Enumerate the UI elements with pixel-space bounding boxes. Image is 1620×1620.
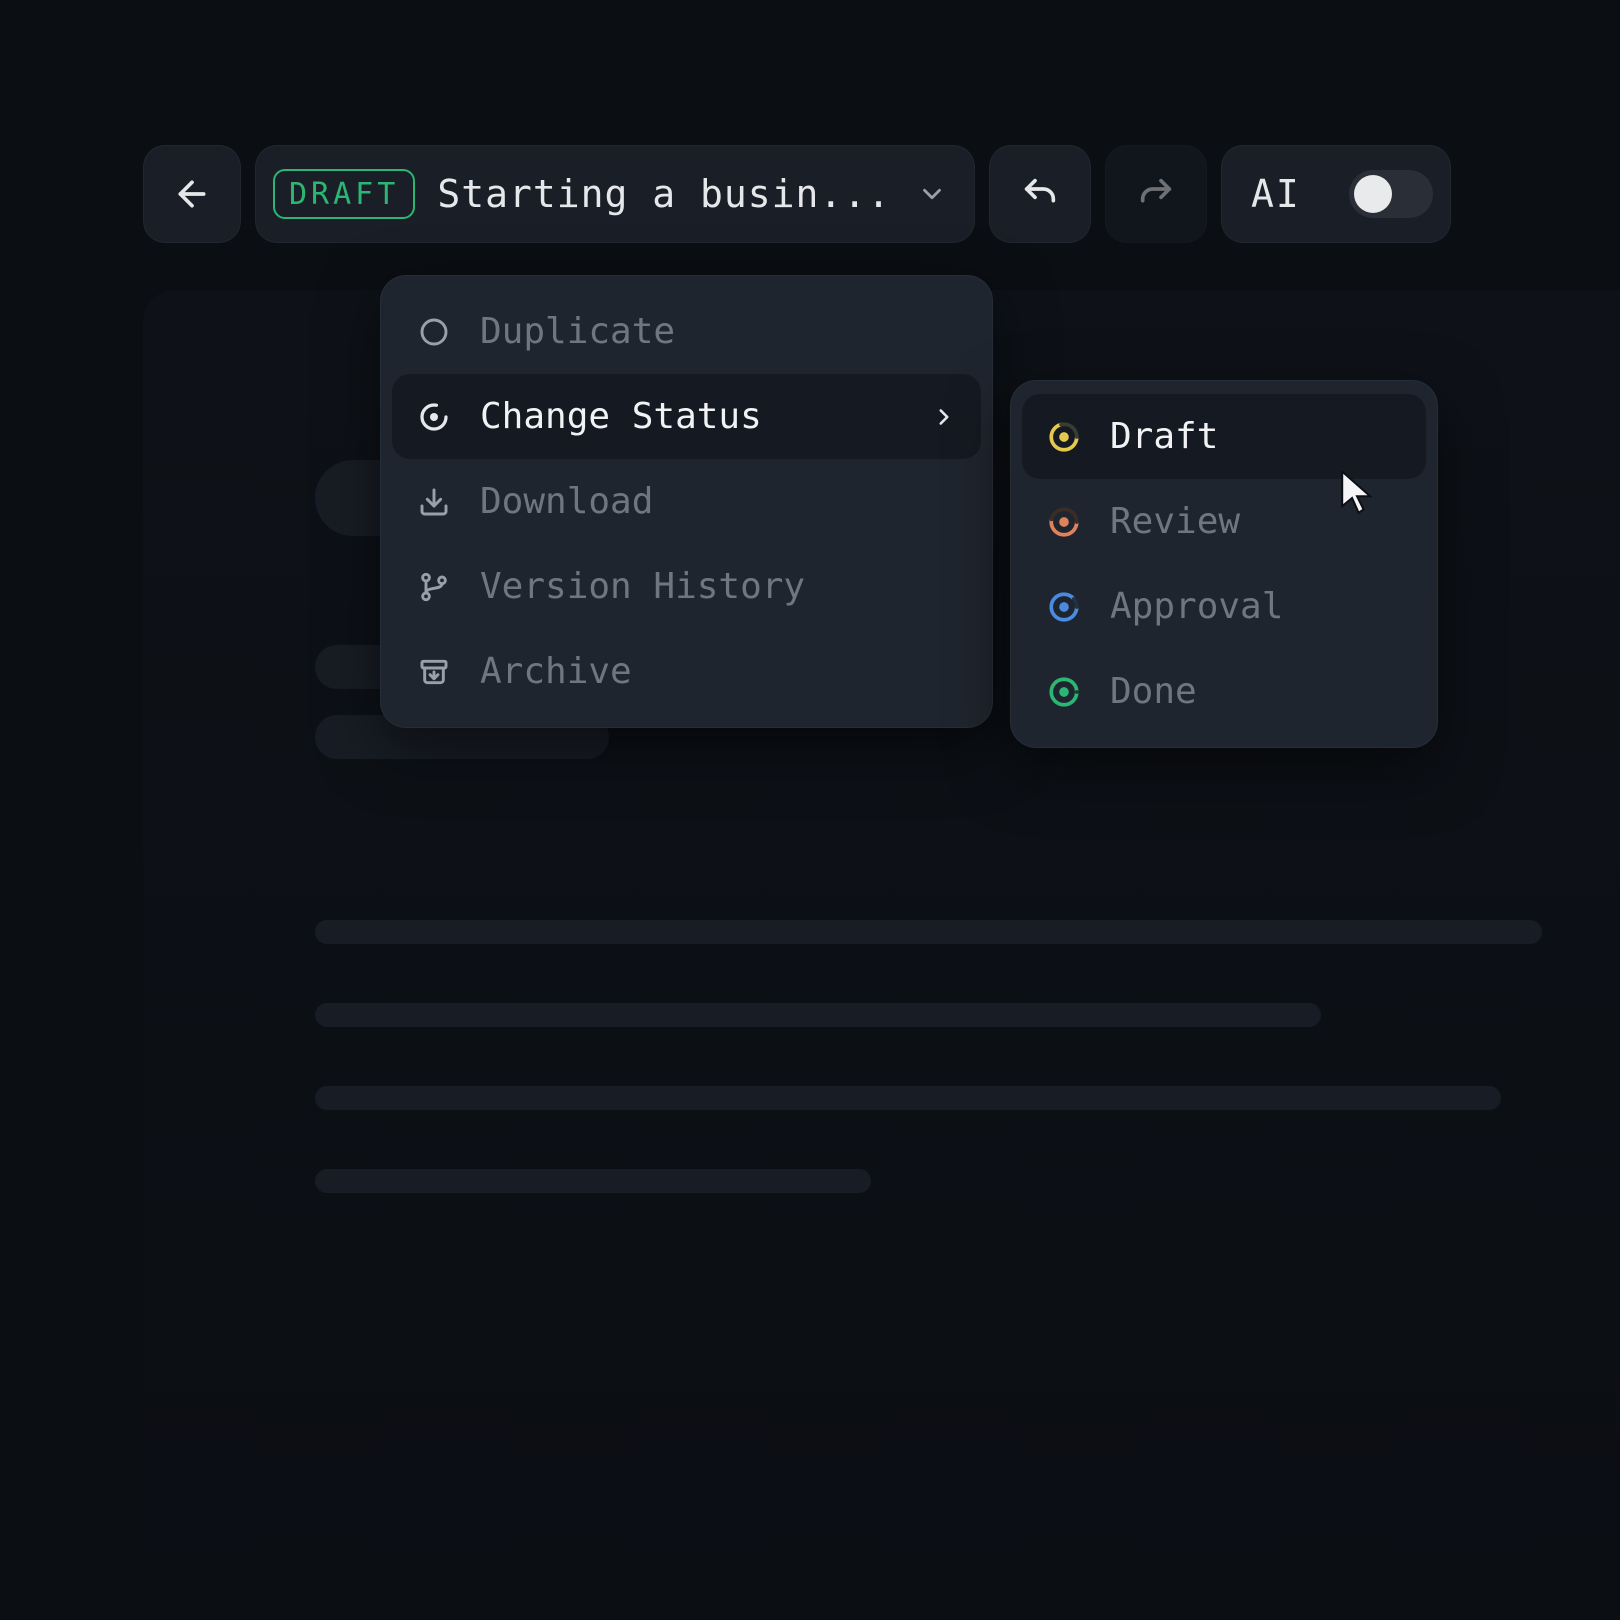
- document-selector[interactable]: DRAFT Starting a busin...: [255, 145, 975, 243]
- menu-label: Download: [480, 481, 957, 522]
- status-option-approval[interactable]: Approval: [1022, 564, 1426, 649]
- status-submenu: Draft Review Approval Done: [1010, 380, 1438, 748]
- status-label: Approval: [1110, 586, 1402, 627]
- circle-icon: [416, 314, 452, 350]
- back-button[interactable]: [143, 145, 241, 243]
- switch-track: [1349, 170, 1433, 218]
- chevron-down-icon: [917, 179, 947, 209]
- skeleton-line: [315, 1086, 1501, 1110]
- ai-toggle[interactable]: AI: [1221, 145, 1451, 243]
- menu-label: Version History: [480, 566, 957, 607]
- chevron-right-icon: [931, 404, 957, 430]
- undo-icon: [1020, 174, 1060, 214]
- status-icon-done: [1046, 674, 1082, 710]
- status-badge: DRAFT: [273, 169, 415, 219]
- redo-button[interactable]: [1105, 145, 1207, 243]
- menu-download[interactable]: Download: [392, 459, 981, 544]
- target-icon: [416, 399, 452, 435]
- ai-label: AI: [1251, 172, 1301, 216]
- document-title: Starting a busin...: [437, 172, 891, 216]
- skeleton-line: [315, 920, 1542, 944]
- redo-icon: [1136, 174, 1176, 214]
- menu-duplicate[interactable]: Duplicate: [392, 289, 981, 374]
- skeleton-line: [315, 1003, 1321, 1027]
- status-option-review[interactable]: Review: [1022, 479, 1426, 564]
- status-option-done[interactable]: Done: [1022, 649, 1426, 734]
- menu-version-history[interactable]: Version History: [392, 544, 981, 629]
- status-option-draft[interactable]: Draft: [1022, 394, 1426, 479]
- menu-change-status[interactable]: Change Status: [392, 374, 981, 459]
- download-icon: [416, 484, 452, 520]
- skeleton-line: [315, 1169, 871, 1193]
- status-icon-draft: [1046, 419, 1082, 455]
- arrow-left-icon: [172, 174, 212, 214]
- switch-knob: [1354, 175, 1392, 213]
- menu-label: Archive: [480, 651, 957, 692]
- status-label: Draft: [1110, 416, 1402, 457]
- status-label: Done: [1110, 671, 1402, 712]
- status-icon-review: [1046, 504, 1082, 540]
- menu-label: Change Status: [480, 396, 903, 437]
- menu-label: Duplicate: [480, 311, 957, 352]
- undo-button[interactable]: [989, 145, 1091, 243]
- menu-archive[interactable]: Archive: [392, 629, 981, 714]
- branch-icon: [416, 569, 452, 605]
- document-menu: Duplicate Change Status Download Version…: [380, 275, 993, 728]
- status-icon-approval: [1046, 589, 1082, 625]
- archive-icon: [416, 654, 452, 690]
- toolbar: DRAFT Starting a busin... AI: [143, 145, 1451, 243]
- status-label: Review: [1110, 501, 1402, 542]
